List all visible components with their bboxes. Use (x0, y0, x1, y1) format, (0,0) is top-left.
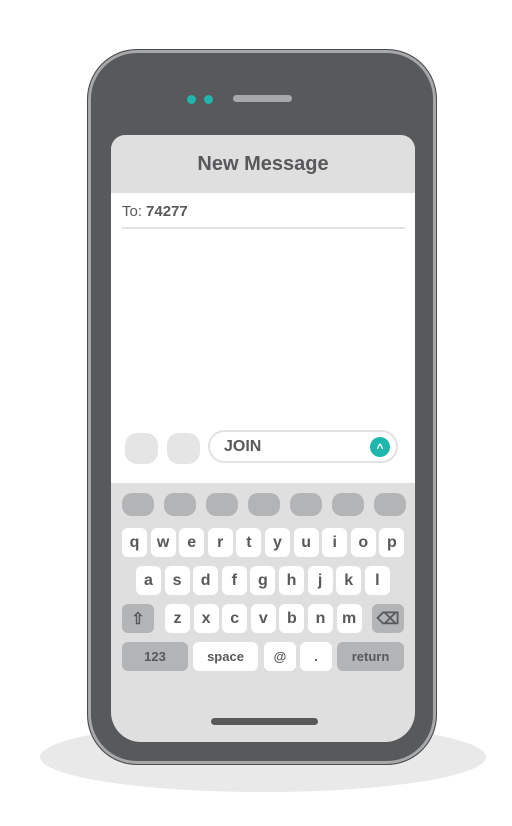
suggestion-slot[interactable] (332, 493, 364, 516)
camera-dot-icon (187, 95, 196, 104)
suggestion-bar (122, 493, 406, 516)
speaker-grille (233, 95, 292, 102)
suggestion-slot[interactable] (122, 493, 154, 516)
suggestion-slot[interactable] (206, 493, 238, 516)
recipient-value: 74277 (146, 203, 188, 220)
key-d[interactable]: d (193, 566, 219, 595)
space-key[interactable]: space (193, 642, 258, 671)
recipient-label: To: (122, 203, 143, 220)
key-a[interactable]: a (136, 566, 161, 595)
key-e[interactable]: e (179, 528, 205, 557)
page-title: New Message (197, 152, 329, 175)
key-h[interactable]: h (279, 566, 304, 595)
apps-button[interactable] (167, 433, 200, 464)
key-l[interactable]: l (364, 566, 390, 595)
key-n[interactable]: n (308, 604, 333, 633)
shift-key[interactable]: ⇧ (122, 604, 154, 633)
phone-frame: New Message To: 74277 JOIN ^ qwerty u i … (87, 49, 437, 765)
backspace-icon: ⌫ (376, 610, 400, 628)
key-k[interactable]: k (336, 566, 362, 595)
message-text: JOIN (224, 438, 262, 455)
suggestion-slot[interactable] (374, 493, 406, 516)
chevron-up-icon: ^ (376, 441, 384, 455)
key-i[interactable]: i (322, 528, 348, 557)
key-m[interactable]: m (336, 604, 362, 633)
key-c[interactable]: c (222, 604, 248, 633)
key-u[interactable]: u (293, 528, 319, 557)
key-t[interactable]: t (236, 528, 262, 557)
key-r[interactable]: r (207, 528, 233, 557)
at-key[interactable]: @ (264, 642, 296, 671)
key-q[interactable]: q (122, 528, 147, 557)
recipient-field[interactable]: To: 74277 (122, 203, 405, 229)
backspace-key[interactable]: ⌫ (372, 604, 404, 633)
message-input[interactable]: JOIN ^ (208, 430, 398, 463)
message-area: To: 74277 JOIN ^ (111, 193, 415, 483)
suggestion-slot[interactable] (290, 493, 322, 516)
camera-button[interactable] (125, 433, 158, 464)
key-f[interactable]: f (221, 566, 247, 595)
key-b[interactable]: b (279, 604, 305, 633)
key-s[interactable]: s (164, 566, 190, 595)
home-indicator[interactable] (211, 718, 318, 725)
key-o[interactable]: o (350, 528, 376, 557)
key-v[interactable]: v (250, 604, 276, 633)
sensor-dot-icon (204, 95, 213, 104)
key-z[interactable]: z (165, 604, 190, 633)
return-key[interactable]: return (337, 642, 404, 671)
key-y[interactable]: y (265, 528, 290, 557)
period-key[interactable]: . (300, 642, 332, 671)
shift-arrow-icon: ⇧ (131, 610, 145, 628)
phone-screen: New Message To: 74277 JOIN ^ qwerty u i … (111, 135, 415, 742)
key-j[interactable]: j (307, 566, 333, 595)
numbers-key[interactable]: 123 (122, 642, 188, 671)
key-w[interactable]: w (150, 528, 176, 557)
key-x[interactable]: x (193, 604, 219, 633)
suggestion-slot[interactable] (248, 493, 280, 516)
suggestion-slot[interactable] (164, 493, 196, 516)
key-p[interactable]: p (379, 528, 405, 557)
send-button[interactable]: ^ (370, 437, 390, 457)
key-g[interactable]: g (250, 566, 276, 595)
